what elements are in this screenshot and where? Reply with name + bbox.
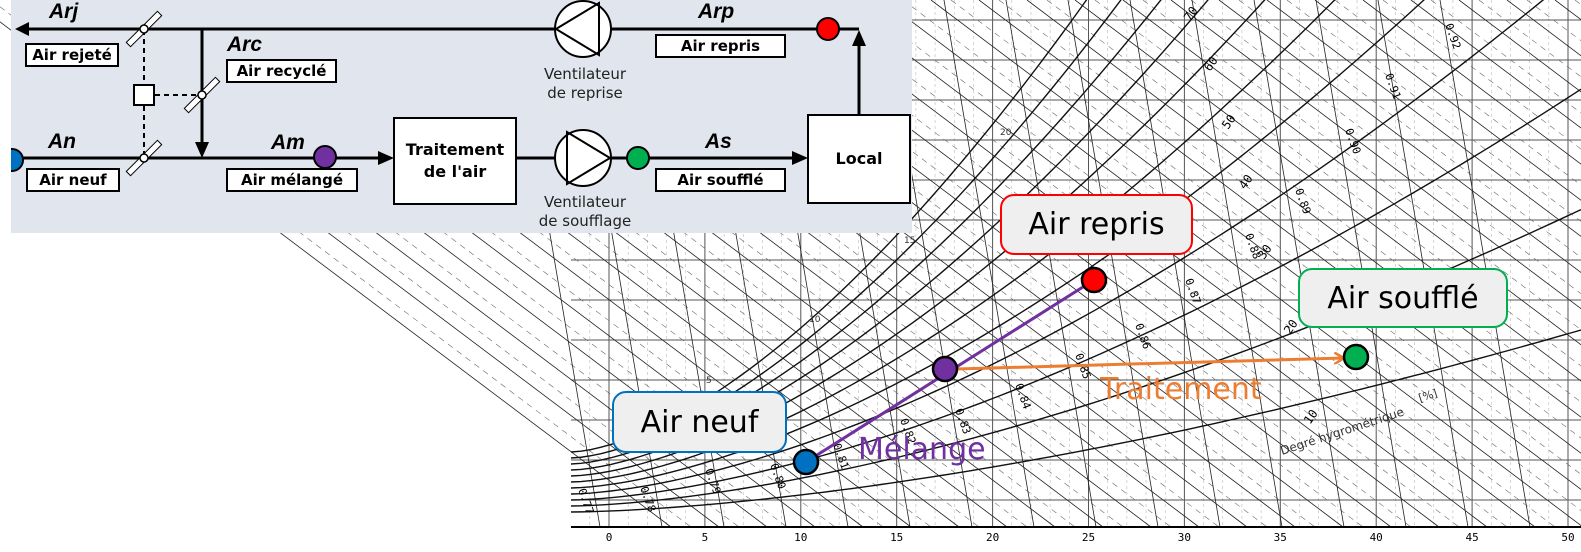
enthalpy-line	[1506, 0, 1581, 57]
callout-air-repris: Air repris	[1000, 194, 1193, 255]
x-tick-label: 20	[985, 531, 1000, 544]
damper-actuator-icon	[133, 84, 155, 106]
enthalpy-dash-line	[1478, 0, 1581, 78]
process-label-melange: Mélange	[858, 432, 986, 467]
return-fan-caption: Ventilateur de reprise	[520, 65, 650, 103]
rh-curve-label: 40	[1236, 172, 1256, 192]
volume-line-label: 0.84	[1012, 382, 1033, 412]
supply-air-dot	[626, 146, 650, 170]
enthalpy-line	[1074, 0, 1581, 382]
label-air-rejete: Air rejeté	[25, 43, 119, 67]
volume-line-label: 0.87	[1182, 277, 1203, 306]
callout-air-souffle-text: Air soufflé	[1327, 280, 1479, 316]
room-block: Local	[807, 114, 911, 204]
volume-line	[1067, 0, 1159, 528]
volume-line-label: 0.91	[1382, 72, 1403, 101]
return-fan-caption-line1: Ventilateur	[543, 65, 627, 83]
label-air-melange: Air mélangé	[226, 168, 358, 192]
x-tick-label: 25	[1081, 531, 1096, 544]
enthalpy-line	[882, 0, 1581, 526]
code-arp: Arp	[698, 0, 735, 23]
volume-line	[1191, 0, 1283, 528]
enthalpy-dash-line	[1382, 0, 1581, 150]
code-am: Am	[271, 131, 305, 154]
rh-curve-label: 20	[1281, 317, 1301, 337]
return-fan-icon	[554, 0, 612, 58]
x-tick-label: 0	[605, 531, 613, 544]
rh-axis-label: Degré hygrométrique	[1279, 405, 1406, 458]
volume-line-label: 0.90	[1342, 127, 1363, 156]
mixed-air-dot	[313, 145, 337, 169]
enthalpy-dash-line	[1142, 0, 1581, 331]
up-arrow-icon	[852, 30, 866, 46]
x-tick-label: 45	[1465, 531, 1479, 544]
supply-fan-icon	[554, 129, 612, 187]
callout-air-neuf: Air neuf	[612, 391, 787, 453]
arrow-to-room-icon	[792, 151, 808, 165]
code-an: An	[48, 130, 76, 153]
code-arc: Arc	[227, 33, 263, 56]
x-tick-label: 10	[794, 531, 808, 544]
rh-curve-label: 50	[1219, 112, 1239, 132]
state-point-m-lange-point	[931, 355, 959, 383]
callout-air-repris-text: Air repris	[1028, 207, 1165, 242]
label-air-souffle: Air soufflé	[655, 168, 786, 192]
volume-line-label: 0.88	[1242, 232, 1263, 261]
x-tick-label: 40	[1369, 531, 1383, 544]
exhaust-arrow-icon	[15, 22, 29, 36]
state-point-air-neuf	[792, 448, 820, 476]
state-point-air-repris	[1080, 266, 1108, 294]
enthalpy-line	[1122, 0, 1581, 346]
x-tick-label: 50	[1561, 531, 1575, 544]
callout-air-neuf-text: Air neuf	[640, 404, 759, 440]
enthalpy-dash-line	[1526, 0, 1581, 42]
volume-line-label: 0.86	[1132, 322, 1153, 351]
fresh-air-dot	[11, 148, 24, 172]
enthalpy-dash-line	[1574, 0, 1581, 5]
volume-line	[1005, 0, 1097, 528]
x-tick-label: 30	[1177, 531, 1192, 544]
code-as: As	[705, 130, 732, 153]
enthalpy-line	[1458, 0, 1581, 93]
volume-line-label: 0.92	[1442, 22, 1463, 51]
label-air-neuf: Air neuf	[26, 168, 120, 192]
rh-curve-label: 10	[1301, 407, 1321, 427]
wet-bulb-label: 20	[1000, 128, 1012, 138]
x-tick-label: 15	[890, 531, 904, 544]
state-point-air-souffl-	[1342, 343, 1370, 371]
code-arj: Arj	[49, 0, 79, 23]
volume-line-label: 0.89	[1292, 187, 1313, 216]
label-air-repris: Air repris	[655, 34, 786, 58]
treatment-block: Traitement de l'air	[393, 117, 517, 205]
enthalpy-line	[1410, 0, 1581, 129]
supply-fan-caption: Ventilateur de soufflage	[520, 193, 650, 231]
rh-unit-label: [%]	[1417, 387, 1439, 405]
return-air-dot	[816, 17, 840, 41]
label-air-recycle: Air recyclé	[226, 59, 337, 83]
x-tick-label: 5	[701, 531, 709, 544]
wet-bulb-label: 10	[809, 315, 821, 325]
supply-fan-caption-line1: Ventilateur	[543, 193, 627, 211]
arrow-to-treatment-icon	[378, 151, 394, 165]
hvac-diagram: Arj Air rejeté Arc Air recyclé An Air ne…	[11, 0, 912, 233]
return-fan-caption-line2: de reprise	[547, 84, 623, 102]
enthalpy-line	[1218, 0, 1581, 274]
supply-fan-caption-line2: de soufflage	[538, 212, 632, 230]
process-label-traitement: Traitement	[1100, 372, 1262, 407]
x-tick-label: 35	[1273, 531, 1287, 544]
wet-bulb-label: 5	[706, 376, 712, 386]
callout-air-souffle: Air soufflé	[1298, 268, 1508, 328]
enthalpy-line	[1314, 0, 1581, 201]
enthalpy-line	[1266, 0, 1581, 237]
down-arrow-icon	[195, 142, 209, 158]
wet-bulb-label: 15	[904, 236, 915, 246]
